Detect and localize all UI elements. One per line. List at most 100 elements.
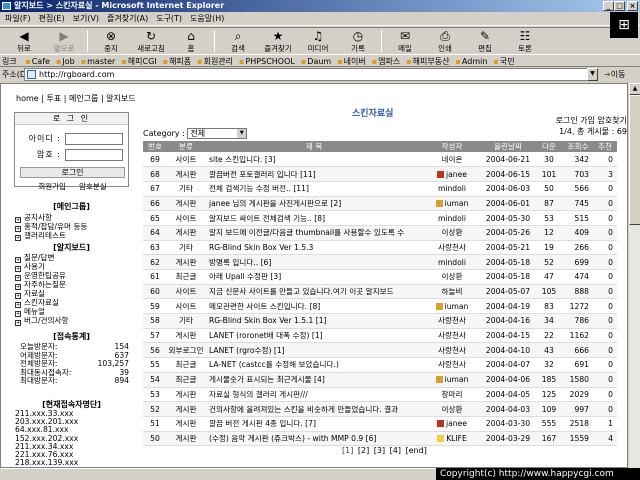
table-row[interactable]: 61 최근글 아래 Upall 수정판 [3] 이상환 2004-05-18 47 474 0 <box>143 269 617 285</box>
post-author[interactable]: 사랑천사 <box>423 313 481 329</box>
table-row[interactable]: 52 게시판 건의사항에 올려져있는 스킨을 비숫하게 만들었습니다. 결과 이상환 2… <box>143 401 617 417</box>
post-author[interactable]: 창마리 <box>423 387 481 403</box>
post-author[interactable]: 사랑천사 <box>423 328 481 344</box>
table-row[interactable]: 53 게시판 자료실 형식의 갤러리 게시판/// 창마리 2004-04-05 125 2… <box>143 387 617 403</box>
post-title[interactable]: 전체 검색기능 수정 버전.. [11] <box>205 181 423 197</box>
toolbar-button-discuss[interactable]: ☷ 토론 <box>505 28 545 54</box>
toolbar-button-history[interactable]: ◷ 기록 <box>338 28 378 54</box>
link-1[interactable]: ▪Job <box>56 57 75 66</box>
address-input[interactable]: http://rgboard.com <box>24 68 598 81</box>
table-row[interactable]: 51 게시판 깔끔 버전 게시판 4종 입니다. [7] janee 2004-03-3… <box>143 416 617 432</box>
address-dropdown-button[interactable]: ▼ <box>587 68 598 81</box>
table-row[interactable]: 58 기타 RG-Blind Skin Box Ver 1.5.1 [1] 사랑천사 2… <box>143 313 617 329</box>
link-0[interactable]: ▪Cafe <box>25 57 50 66</box>
menu-item[interactable]: + 버그/건의사항 <box>15 316 68 326</box>
menu-tools[interactable]: 도구(T) <box>151 14 185 23</box>
category-select[interactable]: 전체 ▼ <box>187 128 248 139</box>
post-title[interactable]: 아래 Upall 수정판 [3] <box>205 269 423 285</box>
toolbar-button-media[interactable]: ♫ 미디어 <box>298 28 338 54</box>
toolbar-button-forward-arrow[interactable]: ▶ 앞으로 <box>44 28 84 54</box>
post-title[interactable]: LA-NET (castcc를 수정해 보았습니다.) <box>205 357 423 373</box>
link-3[interactable]: ▪해피CGI <box>121 57 156 66</box>
toolbar-button-edit[interactable]: ✎ 편집 <box>465 28 505 54</box>
toolbar-button-back-arrow[interactable]: ◀ 뒤로 <box>4 28 44 54</box>
post-title[interactable]: 건의사항에 올려져있는 스킨을 비숫하게 만들었습니다. 결과 <box>205 401 423 417</box>
auth-links[interactable]: 로그인 가입 암호찾기 <box>543 115 627 126</box>
post-title[interactable]: 방명록 입니다.. [6] <box>205 254 423 270</box>
table-row[interactable]: 50 게시판 (수정) 음악 게시판 (쥬크박스) - with MMP 0.9 [… <box>143 431 617 447</box>
post-title[interactable]: janee 님의 게시판을 사진게시판으로 [2] <box>205 196 423 212</box>
post-author[interactable]: 이상환 <box>423 225 481 241</box>
post-author[interactable]: janee <box>423 166 481 182</box>
password-input[interactable] <box>65 149 123 161</box>
table-row[interactable]: 54 최근글 게시물숫가 표시되는 최근게시물 [4] iuman 2004-04-06… <box>143 372 617 388</box>
post-author[interactable]: mindoli <box>423 254 481 270</box>
menu-edit[interactable]: 편집(E) <box>34 14 68 23</box>
post-title[interactable]: (수정) 음악 게시판 (쥬크박스) - with MMP 0.9 [6] <box>205 431 423 447</box>
post-author[interactable]: 이상환 <box>423 401 481 417</box>
table-row[interactable]: 64 게시판 알지 보드에 이전글/다음글 thumbnail를 사용할수 있도록 … <box>143 225 617 241</box>
post-title[interactable]: 깔끔버전 포토갤러리 입니다 [11] <box>205 166 423 182</box>
toolbar-button-refresh[interactable]: ↻ 새로고침 <box>131 28 171 54</box>
table-row[interactable]: 57 게시판 LANET (roronet배 대폭 수정) [1] 사랑천사 2004-… <box>143 328 617 344</box>
post-title[interactable]: 깔끔 버전 게시판 4종 입니다. [7] <box>205 416 423 432</box>
menu-view[interactable]: 보기(V) <box>68 14 102 23</box>
table-row[interactable]: 63 기타 RG-Blind Skin Box Ver 1.5.3 사랑천사 2004-… <box>143 240 617 256</box>
link-9[interactable]: ▪엠파스 <box>372 57 401 66</box>
join-link[interactable]: 회원가입 <box>38 182 66 191</box>
menu-help[interactable]: 도움말(H) <box>185 14 227 23</box>
post-title[interactable]: 알지 보드에 이전글/다음글 thumbnail를 사용할수 있도록 수 <box>205 225 423 241</box>
link-2[interactable]: ▪master <box>81 57 116 66</box>
toolbar-button-home[interactable]: ⌂ 홈 <box>171 28 211 54</box>
post-author[interactable]: 이상환 <box>423 269 481 285</box>
post-author[interactable]: 하늘비 <box>423 284 481 300</box>
close-button[interactable]: × <box>627 1 638 11</box>
post-title[interactable]: LANET (roronet배 대폭 수정) [1] <box>205 328 423 344</box>
go-button[interactable]: ➔이동 <box>604 67 625 82</box>
post-author[interactable]: janee <box>423 416 481 432</box>
menu-file[interactable]: 파일(F) <box>0 14 34 23</box>
link-12[interactable]: ▪국민 <box>493 57 514 66</box>
toolbar-button-search[interactable]: ⌕ 검색 <box>218 28 258 54</box>
link-4[interactable]: ▪해피폼 <box>163 57 192 66</box>
scroll-thumb[interactable] <box>629 95 640 225</box>
maximize-button[interactable]: □ <box>614 1 625 11</box>
minimize-button[interactable]: _ <box>603 1 614 11</box>
table-row[interactable]: 68 게시판 깔끔버전 포토갤러리 입니다 [11] janee 2004-06-15 1… <box>143 166 617 182</box>
table-row[interactable]: 59 사이트 메모관련한 사이트 스킨입니다. [8] iuman 2004-04-19… <box>143 298 617 315</box>
toolbar-button-favorites[interactable]: ★ 즐겨찾기 <box>258 28 298 54</box>
post-author[interactable]: mindoli <box>423 181 481 197</box>
post-author[interactable]: iuman <box>423 298 481 315</box>
toolbar-button-stop[interactable]: ⊗ 중지 <box>91 28 131 54</box>
link-8[interactable]: ▪네이버 <box>337 57 366 66</box>
menu-item[interactable]: + 갤러리테스트 <box>15 231 87 241</box>
table-row[interactable]: 69 사이트 site 스킨입니다. [3] 네이온 2004-06-21 30 342 0 <box>143 152 617 168</box>
post-author[interactable]: 사랑천사 <box>423 342 481 359</box>
scroll-up-icon[interactable]: ▲ <box>629 83 640 95</box>
post-title[interactable]: 메모관련한 사이트 스킨입니다. [8] <box>205 298 423 315</box>
post-author[interactable]: iuman <box>423 372 481 388</box>
post-author[interactable]: mindoli <box>423 210 481 226</box>
post-author[interactable]: 사랑천사 <box>423 240 481 256</box>
toolbar-button-mail[interactable]: ✉ 메일 <box>385 28 425 54</box>
link-10[interactable]: ▪해피부동산 <box>406 57 449 66</box>
post-title[interactable]: 자료실 형식의 갤러리 게시판/// <box>205 387 423 403</box>
post-author[interactable]: KLIFE <box>423 431 481 447</box>
breadcrumb[interactable]: home | 투표 | 메인그룹 | 알지보드 <box>16 93 136 104</box>
id-input[interactable] <box>65 133 123 145</box>
menu-favorites[interactable]: 즐겨찾기(A) <box>102 14 151 23</box>
link-7[interactable]: ▪Daum <box>301 57 331 66</box>
table-row[interactable]: 67 기타 전체 검색기능 수정 버전.. [11] mindoli 2004-06-0… <box>143 181 617 197</box>
table-row[interactable]: 65 사이트 알지보드 싸이트 전체검색 기능.. [8] mindoli 2004-0… <box>143 210 617 226</box>
table-row[interactable]: 60 사이트 지금 신문사 사이트를 만들고 있습니다.여기 이곳 알지보드 하늘비 2… <box>143 284 617 300</box>
post-title[interactable]: RG-Blind Skin Box Ver 1.5.1 [1] <box>205 313 423 329</box>
vertical-scrollbar[interactable]: ▲ <box>628 83 640 468</box>
toolbar-button-print[interactable]: ⎙ 인쇄 <box>425 28 465 54</box>
post-author[interactable]: iuman <box>423 196 481 212</box>
post-author[interactable]: 사랑천사 <box>423 357 481 373</box>
post-title[interactable]: site 스킨입니다. [3] <box>205 152 423 168</box>
link-11[interactable]: ▪Admin <box>455 57 487 66</box>
table-row[interactable]: 55 최근글 LA-NET (castcc를 수정해 보았습니다.) 사랑천사 2004… <box>143 357 617 373</box>
page-links[interactable]: [2] [3] [4] [end] <box>358 446 427 455</box>
link-6[interactable]: ▪PHPSCHOOL <box>239 57 295 66</box>
